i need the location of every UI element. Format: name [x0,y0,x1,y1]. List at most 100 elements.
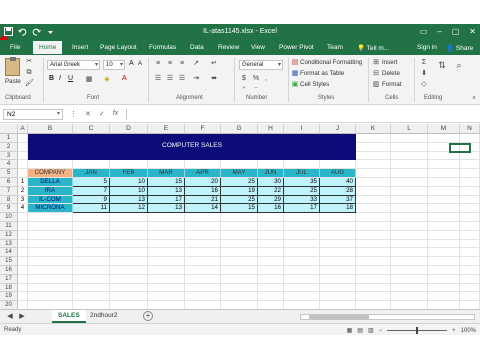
column-header-a[interactable]: A [18,124,28,134]
cell[interactable] [258,230,284,240]
cell[interactable] [460,169,480,178]
row-header-15[interactable]: 15 [0,257,18,266]
sheet-tab-2ndhour2[interactable]: 2ndhour2 [84,310,123,323]
row-header-7[interactable]: 7 [0,186,18,196]
cell[interactable] [356,274,391,284]
cell[interactable] [428,248,460,258]
cell[interactable] [428,292,460,302]
cell[interactable] [428,222,460,231]
row-header-13[interactable]: 13 [0,239,18,249]
cell[interactable] [391,257,428,266]
cell[interactable] [320,274,356,284]
cell[interactable] [28,213,73,222]
font-size-combo[interactable]: 10 [103,60,125,70]
cell[interactable] [28,230,73,240]
comma-style-icon[interactable]: , [262,75,270,83]
record-number-cell[interactable]: 2 [18,186,28,196]
cell[interactable] [428,186,460,196]
enter-icon[interactable]: ✓ [99,110,105,118]
cell[interactable] [18,239,28,249]
prev-sheet-icon[interactable]: ◀ [6,313,14,321]
cell[interactable] [391,160,428,170]
cell[interactable] [320,160,356,170]
cell[interactable] [148,266,185,275]
sales-value-cell[interactable]: 21 [185,195,221,205]
number-format-combo[interactable]: General [239,60,283,70]
sales-value-cell[interactable]: 14 [185,204,221,214]
cell[interactable] [356,292,391,302]
close-icon[interactable]: ✕ [469,27,476,36]
normal-view-icon[interactable]: ▦ [347,327,353,334]
cell[interactable] [428,134,460,143]
row-header-17[interactable]: 17 [0,274,18,284]
delete-cells-button[interactable]: Delete [382,70,400,77]
align-center-icon[interactable]: ☰ [166,75,174,83]
row-header-4[interactable]: 4 [0,160,18,170]
cell[interactable] [391,186,428,196]
cell[interactable] [428,239,460,249]
cell[interactable] [356,151,391,161]
cell[interactable] [460,186,480,196]
cell[interactable] [284,257,320,266]
cell[interactable] [460,178,480,187]
fill-icon[interactable]: ⬇ [420,70,428,78]
sheet-tab-sales[interactable]: SALES [52,310,86,323]
indent-icon[interactable]: ⇥ [192,75,200,83]
sales-value-cell[interactable]: 25 [284,186,320,196]
cell[interactable] [284,266,320,275]
sales-value-cell[interactable]: 13 [148,204,185,214]
cell[interactable] [258,301,284,309]
cell[interactable] [18,274,28,284]
cell[interactable] [185,160,221,170]
cell[interactable] [428,195,460,205]
align-bottom-icon[interactable]: ≡ [178,60,186,68]
cell[interactable] [428,274,460,284]
row-header-14[interactable]: 14 [0,248,18,258]
column-header-m[interactable]: M [428,124,460,134]
cell[interactable] [460,195,480,205]
cell[interactable] [221,160,258,170]
cell[interactable] [391,169,428,178]
company-name-cell[interactable]: MICRONA [28,204,73,214]
cell[interactable] [148,257,185,266]
zoom-level[interactable]: 100% [461,328,476,334]
format-cells-button[interactable]: Format [382,81,402,88]
column-header-c[interactable]: C [73,124,110,134]
cell[interactable] [28,160,73,170]
cell[interactable] [18,301,28,309]
cell[interactable] [28,274,73,284]
cell[interactable] [258,222,284,231]
company-name-cell[interactable]: DELLA [28,178,73,187]
cell[interactable] [428,301,460,309]
cell[interactable] [320,230,356,240]
cell[interactable] [391,134,428,143]
cell[interactable] [110,213,148,222]
cell[interactable] [110,266,148,275]
record-number-cell[interactable]: 1 [18,178,28,187]
cell[interactable] [73,266,110,275]
cell[interactable] [18,266,28,275]
cell[interactable] [460,213,480,222]
cell[interactable] [460,274,480,284]
cell[interactable] [428,178,460,187]
month-header-aug[interactable]: AUG [320,169,356,178]
cell[interactable] [356,195,391,205]
cell[interactable] [258,257,284,266]
tab-file[interactable]: File [10,44,20,51]
sales-value-cell[interactable]: 29 [258,195,284,205]
cell[interactable] [148,230,185,240]
cell[interactable] [18,230,28,240]
cell[interactable] [428,204,460,214]
cell[interactable] [428,169,460,178]
align-middle-icon[interactable]: ≡ [166,60,174,68]
increase-decimal-icon[interactable]: ⁺ [240,86,248,94]
sort-filter-icon[interactable]: ⇅ [438,61,446,70]
cell[interactable] [148,248,185,258]
cell[interactable] [18,142,28,152]
cell[interactable] [185,266,221,275]
cell[interactable] [110,230,148,240]
record-number-cell[interactable]: 4 [18,204,28,214]
cell[interactable] [18,248,28,258]
cell[interactable] [185,222,221,231]
next-sheet-icon[interactable]: ▶ [18,313,26,321]
